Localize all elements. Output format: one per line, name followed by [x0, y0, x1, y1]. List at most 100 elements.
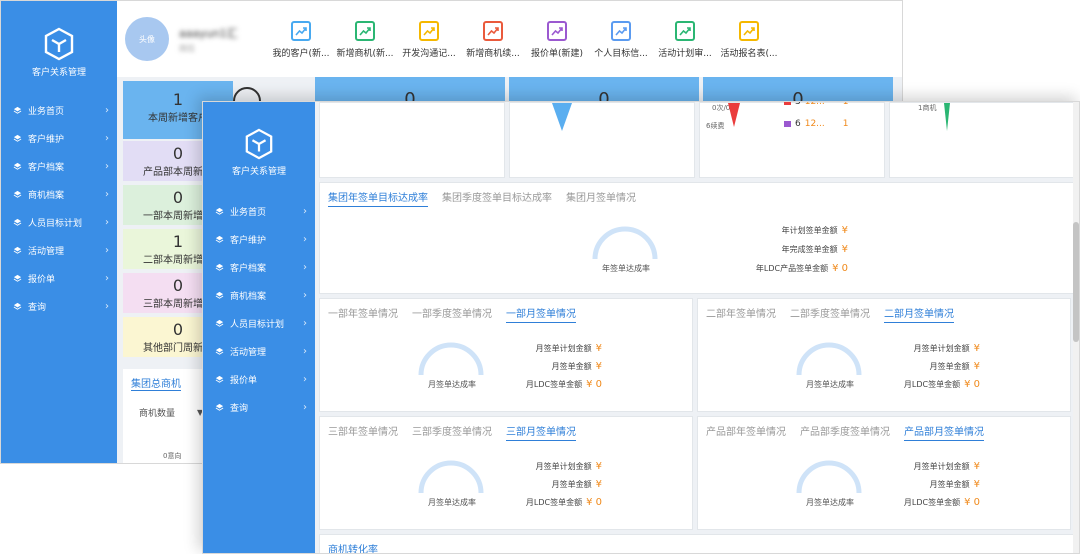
trend-chart-icon: [611, 21, 631, 41]
sidebar-item-3[interactable]: 商机档案 ›: [1, 180, 117, 208]
layers-icon: [13, 162, 22, 170]
quick-link-2[interactable]: 开发沟通记...: [397, 21, 461, 59]
group-sign-row: 年完成签单金额 ¥: [782, 244, 848, 255]
avatar[interactable]: 头像: [125, 17, 169, 61]
quick-link-5[interactable]: 个人目标信...: [589, 21, 653, 59]
tab-group-sign-1[interactable]: 集团季度签单目标达成率: [442, 189, 552, 207]
sidebar-item-5[interactable]: 活动管理 ›: [1, 236, 117, 264]
quick-link-label: 新增商机(新...: [336, 49, 394, 59]
dept-sign-row: 月签单金额 ¥: [930, 361, 980, 372]
sidebar-item-3[interactable]: 商机档案 ›: [203, 281, 315, 309]
quick-link-7[interactable]: 活动报名表(...: [717, 21, 781, 59]
tab-dept-0[interactable]: 二部年签单情况: [706, 305, 776, 323]
tab-dept-1[interactable]: 产品部季度签单情况: [800, 423, 890, 441]
tab-dept-2[interactable]: 三部月签单情况: [506, 423, 576, 441]
chevron-right-icon: ›: [303, 317, 307, 329]
tab-dept-1[interactable]: 二部季度签单情况: [790, 305, 870, 323]
row-label: 月签单计划金额: [913, 344, 970, 353]
sidebar-item-4[interactable]: 人员目标计划 ›: [1, 208, 117, 236]
sidebar-item-6[interactable]: 报价单 ›: [203, 365, 315, 393]
trend-chart-icon: [675, 21, 695, 41]
tab-group-sign-0[interactable]: 集团年签单目标达成率: [328, 189, 428, 207]
sidebar-item-2[interactable]: 客户档案 ›: [1, 152, 117, 180]
scrollbar[interactable]: [1073, 102, 1079, 553]
legend-num: 6: [795, 119, 801, 129]
group-opportunity-title[interactable]: 集团总商机: [131, 379, 181, 391]
front-window: 客户关系管理 业务首页 › 客户维护 › 客户档案 › 商机档案 › 人员目标计划 › 活动管理 › 报…: [202, 101, 1080, 554]
row-value: ¥ 0: [964, 379, 980, 390]
row-label: 月签单计划金额: [913, 462, 970, 471]
tab-dept-0[interactable]: 一部年签单情况: [328, 305, 398, 323]
quick-link-6[interactable]: 活动计划审...: [653, 21, 717, 59]
tab-dept-0[interactable]: 三部年签单情况: [328, 423, 398, 441]
dept-tabs: 产品部年签单情况 产品部季度签单情况 产品部月签单情况: [698, 417, 1070, 441]
tab-dept-1[interactable]: 一部季度签单情况: [412, 305, 492, 323]
funnel-tip-icon: [728, 103, 740, 127]
tab-dept-2[interactable]: 二部月签单情况: [884, 305, 954, 323]
top-partial-card-2: [509, 102, 695, 178]
tab-dept-0[interactable]: 产品部年签单情况: [706, 423, 786, 441]
dept-sign-row: 月LDC签单金额 ¥ 0: [526, 379, 602, 390]
sidebar-item-2[interactable]: 客户档案 ›: [203, 253, 315, 281]
quick-link-label: 活动报名表(...: [720, 49, 778, 59]
dept-sign-row: 月签单计划金额 ¥: [914, 461, 980, 472]
layers-icon: [13, 246, 22, 254]
layers-icon: [215, 403, 224, 411]
row-value: ¥ 0: [586, 497, 602, 508]
sidebar-item-0[interactable]: 业务首页 ›: [203, 197, 315, 225]
sidebar-item-label: 业务首页: [230, 207, 267, 218]
row-value: ¥ 0: [964, 497, 980, 508]
legend-text: 12...: [804, 101, 825, 107]
tab-dept-2[interactable]: 一部月签单情况: [506, 305, 576, 323]
row-label: 月签单计划金额: [535, 344, 592, 353]
quick-link-0[interactable]: 我的客户(新...: [269, 21, 333, 59]
sidebar: 客户关系管理 业务首页 › 客户维护 › 客户档案 › 商机档案 › 人员目标计划 › 活动管理 › 报…: [203, 102, 315, 553]
dashboard-content: 0次/0 6续费 3 12... 1 6 12... 1 1商机 集团年签单目标达成率 集团…: [315, 102, 1079, 553]
month-sign-gauge: [418, 342, 484, 376]
layers-icon: [215, 319, 224, 327]
dept-tabs: 一部年签单情况 一部季度签单情况 一部月签单情况: [320, 299, 692, 323]
row-label: 月LDC签单金额: [903, 380, 961, 389]
row-label: 月LDC签单金额: [903, 498, 961, 507]
sidebar-item-7[interactable]: 查询 ›: [203, 393, 315, 421]
sidebar-item-1[interactable]: 客户维护 ›: [203, 225, 315, 253]
sidebar-item-label: 活动管理: [28, 246, 65, 257]
quick-link-1[interactable]: 新增商机(新...: [333, 21, 397, 59]
chevron-right-icon: ›: [105, 216, 109, 228]
tab-group-sign-2[interactable]: 集团月签单情况: [566, 189, 636, 207]
tab-dept-2[interactable]: 产品部月签单情况: [904, 423, 984, 441]
legend-val: 1: [842, 119, 849, 129]
row-label: 月签单金额: [551, 362, 592, 371]
conversion-title[interactable]: 商机转化率: [320, 535, 1074, 553]
legend-text: 12...: [804, 119, 825, 129]
trend-chart-icon: [739, 21, 759, 41]
layers-icon: [13, 106, 22, 114]
layers-icon: [215, 375, 224, 383]
scrollbar-thumb[interactable]: [1073, 222, 1079, 342]
cube-logo-icon: [245, 128, 273, 160]
top-partial-card-1: [319, 102, 505, 178]
layers-icon: [215, 235, 224, 243]
row-label: 月签单金额: [929, 480, 970, 489]
sidebar-item-0[interactable]: 业务首页 ›: [1, 96, 117, 124]
legend-num: 3: [795, 101, 801, 107]
gauge-label: 月签单达成率: [428, 380, 476, 389]
gauge-label: 月签单达成率: [428, 498, 476, 507]
tab-dept-1[interactable]: 三部季度签单情况: [412, 423, 492, 441]
sidebar-item-6[interactable]: 报价单 ›: [1, 264, 117, 292]
row-label: 年LDC产品签单金额: [755, 264, 829, 273]
quick-link-3[interactable]: 新增商机续...: [461, 21, 525, 59]
row-label: 年完成签单金额: [781, 245, 838, 254]
dept-sign-row: 月签单金额 ¥: [552, 479, 602, 490]
row-value: ¥: [973, 343, 980, 354]
funnel-label: 1商机: [918, 104, 937, 112]
sidebar: 客户关系管理 业务首页 › 客户维护 › 客户档案 › 商机档案 › 人员目标计划 › 活动管理 › 报…: [1, 1, 117, 463]
sidebar-item-5[interactable]: 活动管理 ›: [203, 337, 315, 365]
layers-icon: [215, 347, 224, 355]
trend-chart-icon: [355, 21, 375, 41]
quick-link-4[interactable]: 报价单(新建): [525, 21, 589, 59]
sidebar-item-4[interactable]: 人员目标计划 ›: [203, 309, 315, 337]
sidebar-item-7[interactable]: 查询 ›: [1, 292, 117, 320]
sidebar-item-1[interactable]: 客户维护 ›: [1, 124, 117, 152]
month-sign-gauge: [796, 460, 862, 494]
